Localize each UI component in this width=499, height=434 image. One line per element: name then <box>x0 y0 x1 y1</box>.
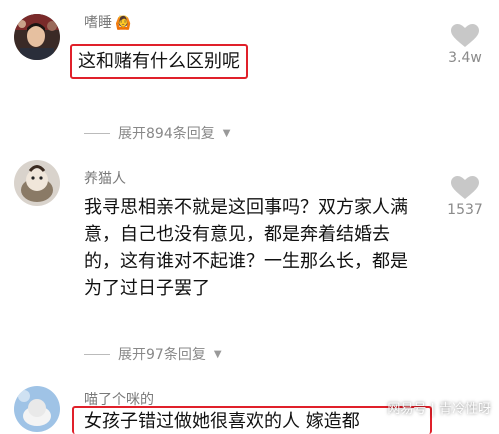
avatar-image <box>14 14 60 60</box>
divider-line <box>84 353 110 355</box>
like-button[interactable]: 3.4w <box>440 24 490 66</box>
like-count: 3.4w <box>448 50 482 66</box>
replies-label: 展开894条回复 <box>118 126 215 142</box>
heart-icon <box>451 176 479 199</box>
watermark: 网易号 | 青冷性呀 <box>387 402 491 417</box>
like-button[interactable]: 1537 <box>440 176 490 218</box>
like-count: 1537 <box>447 202 483 218</box>
avatar[interactable] <box>14 14 60 60</box>
heart-icon <box>451 24 479 47</box>
replies-label: 展开97条回复 <box>118 347 206 363</box>
username[interactable]: 嗜睡 🙆 <box>84 12 131 32</box>
comment-line: 为了过日子罢了 <box>84 278 210 299</box>
comment-line: 我寻思相亲不就是这回事吗？双方家人满 <box>84 197 408 218</box>
avatar[interactable] <box>14 160 60 206</box>
comment-text: 这和赌有什么区别呢 <box>70 44 248 79</box>
comment-line: 意，自己也没有意见，都是奔着结婚去 <box>84 224 390 245</box>
avatar[interactable] <box>14 386 60 432</box>
girl-emoji-icon: 🙆 <box>115 16 132 31</box>
avatar-image <box>14 386 60 432</box>
username[interactable]: 养猫人 <box>84 168 126 188</box>
chevron-down-icon: ▼ <box>213 348 222 360</box>
expand-replies-link[interactable]: 展开894条回复 ▼ <box>84 123 230 143</box>
divider-line <box>84 132 110 134</box>
comment-line: 的，这有谁对不起谁？一生那么长，都是 <box>84 251 408 272</box>
expand-replies-link[interactable]: 展开97条回复 ▼ <box>84 344 222 364</box>
avatar-image <box>14 160 60 206</box>
comment-text: 我寻思相亲不就是这回事吗？双方家人满 意，自己也没有意见，都是奔着结婚去 的，这… <box>84 194 424 302</box>
chevron-down-icon: ▼ <box>222 127 231 139</box>
comment-text: 女孩子错过做她很喜欢的人 嫁造都 <box>72 406 432 434</box>
